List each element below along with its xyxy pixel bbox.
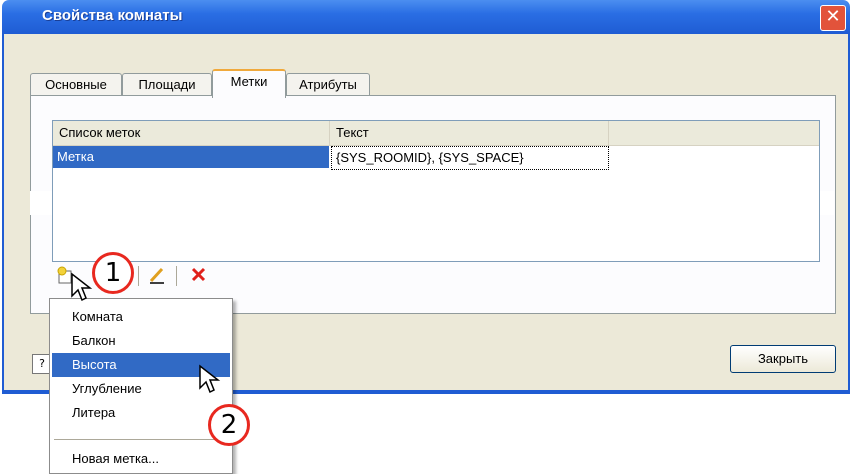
window-title: Свойства комнаты: [42, 7, 183, 24]
table-row[interactable]: Метка {SYS_ROOMID}, {SYS_SPACE}: [53, 146, 819, 170]
tab-main[interactable]: Основные: [30, 73, 122, 96]
delete-x-icon: [191, 267, 206, 282]
column-header-text[interactable]: Текст: [330, 121, 609, 145]
menu-item-litera[interactable]: Литера: [52, 401, 230, 425]
menu-item-balcony[interactable]: Балкон: [52, 329, 230, 353]
list-header: Список меток Текст: [53, 121, 819, 146]
edit-label-button[interactable]: [146, 264, 168, 286]
toolbar-separator: [138, 266, 139, 286]
callout-step-2: 2: [208, 404, 250, 446]
tab-attributes[interactable]: Атрибуты: [286, 73, 370, 96]
label-text-cell[interactable]: {SYS_ROOMID}, {SYS_SPACE}: [331, 146, 609, 170]
tab-labels[interactable]: Метки: [212, 69, 286, 98]
labels-list[interactable]: Список меток Текст Метка {SYS_ROOMID}, {…: [52, 120, 820, 262]
callout-step-1: 1: [92, 252, 134, 294]
tab-areas[interactable]: Площади: [122, 73, 212, 96]
pencil-icon: [149, 267, 164, 284]
mouse-pointer-icon: [199, 364, 221, 394]
close-window-button[interactable]: ✕: [820, 5, 846, 31]
mouse-pointer-icon: [71, 272, 93, 302]
menu-item-new-label[interactable]: Новая метка...: [52, 447, 230, 471]
toolbar-separator: [176, 266, 177, 286]
label-name-cell[interactable]: Метка: [53, 146, 329, 168]
title-bar[interactable]: Свойства комнаты ✕: [2, 0, 850, 34]
menu-item-room[interactable]: Комната: [52, 305, 230, 329]
close-button[interactable]: Закрыть: [730, 345, 836, 373]
menu-separator: [54, 439, 228, 440]
delete-label-button[interactable]: [188, 264, 210, 286]
column-header-label-list[interactable]: Список меток: [53, 121, 330, 145]
